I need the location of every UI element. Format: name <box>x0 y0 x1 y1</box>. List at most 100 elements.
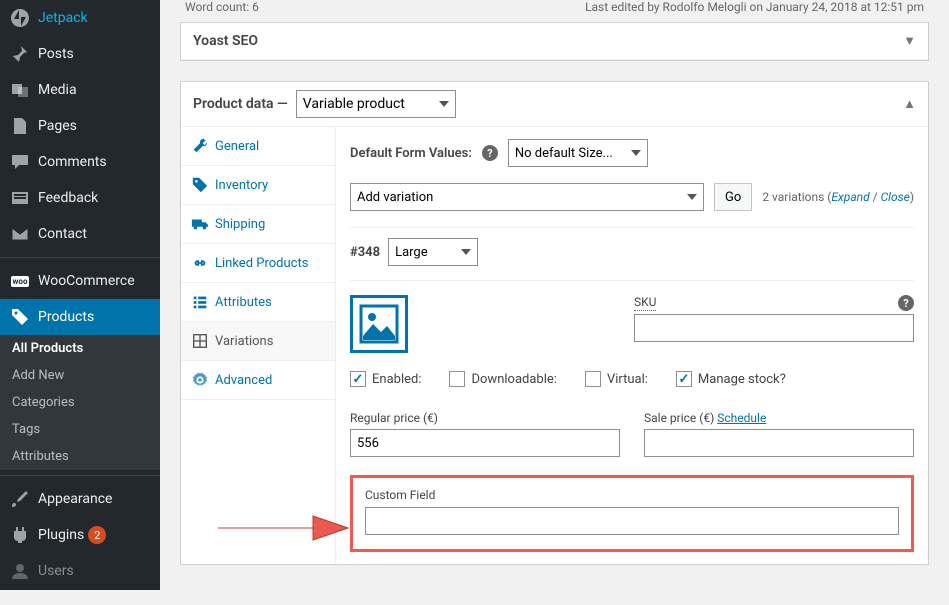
link-icon <box>191 254 209 272</box>
comment-icon <box>10 152 30 172</box>
sidebar-label: Users <box>38 563 74 579</box>
sku-input[interactable] <box>634 314 914 342</box>
tab-shipping[interactable]: Shipping <box>181 205 335 244</box>
sidebar-item-products[interactable]: Products <box>0 299 160 335</box>
jetpack-icon <box>10 8 30 28</box>
custom-field-label: Custom Field <box>365 488 899 502</box>
enabled-check[interactable]: Enabled: <box>350 371 421 387</box>
tab-advanced[interactable]: Advanced <box>181 361 335 400</box>
tag-icon <box>191 176 209 194</box>
page-icon <box>10 116 30 136</box>
sidebar-label: WooCommerce <box>38 273 135 289</box>
main-content: Word count: 6 Last edited by Rodolfo Mel… <box>160 0 949 605</box>
tab-label: Variations <box>215 334 273 349</box>
expand-link[interactable]: Expand <box>831 190 869 204</box>
collapse-icon[interactable]: ▲ <box>903 96 916 112</box>
plugin-icon <box>10 525 30 545</box>
close-link[interactable]: Close <box>881 190 910 204</box>
sidebar-item-woocommerce[interactable]: woo WooCommerce <box>0 263 160 299</box>
add-variation-select[interactable]: Add variation <box>350 183 704 211</box>
default-form-label: Default Form Values: <box>350 146 472 161</box>
tab-label: General <box>215 139 259 154</box>
sidebar-item-plugins[interactable]: Plugins 2 <box>0 517 160 553</box>
update-badge: 2 <box>88 526 106 544</box>
variation-header[interactable]: #348 Large <box>350 227 914 266</box>
woo-icon: woo <box>10 271 30 291</box>
admin-sidebar: Jetpack Posts Media Pages Comments Feedb… <box>0 0 160 590</box>
variations-note: 2 variations (Expand / Close) <box>762 190 914 204</box>
product-tabs: General Inventory Shipping Linked Produc… <box>181 127 336 564</box>
submenu-categories[interactable]: Categories <box>0 389 160 416</box>
variation-size-select[interactable]: Large <box>388 238 478 266</box>
help-icon[interactable]: ? <box>898 295 914 311</box>
tab-inventory[interactable]: Inventory <box>181 166 335 205</box>
sidebar-item-media[interactable]: Media <box>0 72 160 108</box>
media-icon <box>10 80 30 100</box>
sidebar-item-contact[interactable]: Contact <box>0 216 160 252</box>
grid-icon <box>191 332 209 350</box>
sidebar-item-jetpack[interactable]: Jetpack <box>0 0 160 36</box>
sidebar-label: Feedback <box>38 190 98 206</box>
sidebar-label: Contact <box>38 226 87 242</box>
submenu-add-new[interactable]: Add New <box>0 362 160 389</box>
sidebar-item-feedback[interactable]: Feedback <box>0 180 160 216</box>
sidebar-item-users[interactable]: Users <box>0 553 160 589</box>
checkbox-icon[interactable] <box>676 371 692 387</box>
product-type-select[interactable]: Variable product <box>296 90 456 118</box>
last-edited: Last edited by Rodolfo Melogli on Januar… <box>585 0 924 14</box>
sidebar-item-posts[interactable]: Posts <box>0 36 160 72</box>
go-button[interactable]: Go <box>714 183 752 211</box>
tab-variations[interactable]: Variations <box>181 322 335 361</box>
sidebar-item-pages[interactable]: Pages <box>0 108 160 144</box>
tab-label: Linked Products <box>215 256 308 271</box>
sidebar-item-appearance[interactable]: Appearance <box>0 481 160 517</box>
submenu-all-products[interactable]: All Products <box>0 335 160 362</box>
variation-details: SKU ? Enabled: Downloadable: Virtual: Ma… <box>350 280 914 552</box>
checkbox-icon[interactable] <box>350 371 366 387</box>
brush-icon <box>10 489 30 509</box>
regular-price-label: Regular price (€) <box>350 411 620 425</box>
gear-icon <box>191 371 209 389</box>
sidebar-label: Media <box>38 82 77 98</box>
schedule-link[interactable]: Schedule <box>717 411 766 425</box>
tab-label: Shipping <box>215 217 265 232</box>
tab-label: Advanced <box>215 373 272 388</box>
custom-field-highlight: Custom Field <box>350 475 914 552</box>
tab-attributes[interactable]: Attributes <box>181 283 335 322</box>
collapse-icon[interactable]: ▼ <box>903 33 916 49</box>
tab-label: Inventory <box>215 178 268 193</box>
sku-label: SKU <box>634 295 656 311</box>
products-icon <box>10 307 30 327</box>
feedback-icon <box>10 188 30 208</box>
custom-field-input[interactable] <box>365 507 899 535</box>
submenu-attributes[interactable]: Attributes <box>0 443 160 470</box>
yoast-panel: Yoast SEO ▼ <box>180 22 929 61</box>
sidebar-item-comments[interactable]: Comments <box>0 144 160 180</box>
sale-price-label: Sale price (€) Schedule <box>644 411 914 425</box>
checkbox-icon[interactable] <box>449 371 465 387</box>
wrench-icon <box>191 137 209 155</box>
virtual-check[interactable]: Virtual: <box>585 371 648 387</box>
sale-price-input[interactable] <box>644 429 914 457</box>
list-icon <box>191 293 209 311</box>
sidebar-label: Products <box>38 309 94 325</box>
arrow-icon <box>213 508 353 548</box>
tab-general[interactable]: General <box>181 127 335 166</box>
manage-stock-check[interactable]: Manage stock? <box>676 371 786 387</box>
product-data-panel: Product data — Variable product ▲ Genera… <box>180 81 929 565</box>
variation-image-placeholder[interactable] <box>350 295 408 353</box>
help-icon[interactable]: ? <box>482 145 498 161</box>
tab-linked[interactable]: Linked Products <box>181 244 335 283</box>
products-submenu: All Products Add New Categories Tags Att… <box>0 335 160 470</box>
pin-icon <box>10 44 30 64</box>
mail-icon <box>10 224 30 244</box>
submenu-tags[interactable]: Tags <box>0 416 160 443</box>
checkbox-icon[interactable] <box>585 371 601 387</box>
truck-icon <box>191 215 209 233</box>
sidebar-label: Plugins <box>38 527 84 543</box>
default-form-select[interactable]: No default Size... <box>508 139 648 167</box>
sidebar-label: Appearance <box>38 491 112 507</box>
downloadable-check[interactable]: Downloadable: <box>449 371 556 387</box>
sidebar-label: Posts <box>38 46 74 62</box>
regular-price-input[interactable] <box>350 429 620 457</box>
